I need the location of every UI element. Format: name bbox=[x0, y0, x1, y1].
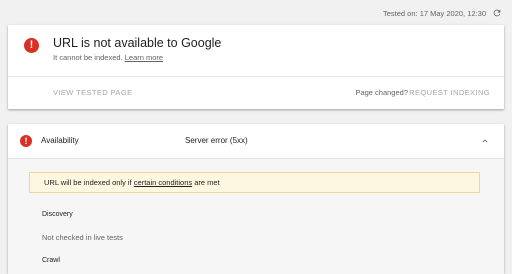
page-changed-label: Page changed? bbox=[355, 88, 408, 97]
discovery-value: Not checked in live tests bbox=[42, 233, 123, 242]
result-card: ! URL is not available to Google It cann… bbox=[8, 25, 504, 109]
request-indexing-button[interactable]: REQUEST INDEXING bbox=[409, 88, 490, 97]
notice-text-suffix: are met bbox=[194, 178, 220, 187]
discovery-label: Discovery bbox=[42, 211, 73, 218]
conditions-notice: URL will be indexed only if certain cond… bbox=[29, 172, 480, 193]
result-subtitle: It cannot be indexed. Learn more bbox=[53, 53, 163, 62]
crawl-label: Crawl bbox=[42, 257, 60, 264]
refresh-icon[interactable] bbox=[492, 8, 502, 18]
certain-conditions-link[interactable]: certain conditions bbox=[134, 178, 192, 187]
chevron-up-icon[interactable] bbox=[480, 136, 490, 146]
error-icon: ! bbox=[24, 38, 39, 53]
availability-details: URL will be indexed only if certain cond… bbox=[8, 158, 504, 274]
view-tested-page-button[interactable]: VIEW TESTED PAGE bbox=[53, 88, 132, 97]
test-info-bar: Tested on: 17 May 2020, 12:30 bbox=[383, 8, 502, 18]
availability-value: Server error (5xx) bbox=[185, 136, 248, 145]
notice-text-prefix: URL will be indexed only if bbox=[44, 178, 132, 187]
subtitle-text: It cannot be indexed. bbox=[53, 53, 123, 62]
availability-header[interactable]: ! Availability Server error (5xx) bbox=[8, 124, 504, 158]
availability-error-icon: ! bbox=[20, 135, 32, 147]
learn-more-link[interactable]: Learn more bbox=[125, 53, 163, 62]
result-actions: VIEW TESTED PAGE Page changed? REQUEST I… bbox=[8, 77, 504, 109]
tested-on-text: Tested on: 17 May 2020, 12:30 bbox=[383, 8, 486, 18]
result-title: URL is not available to Google bbox=[53, 36, 222, 50]
availability-label: Availability bbox=[41, 136, 79, 145]
availability-card: ! Availability Server error (5xx) URL wi… bbox=[8, 124, 504, 274]
